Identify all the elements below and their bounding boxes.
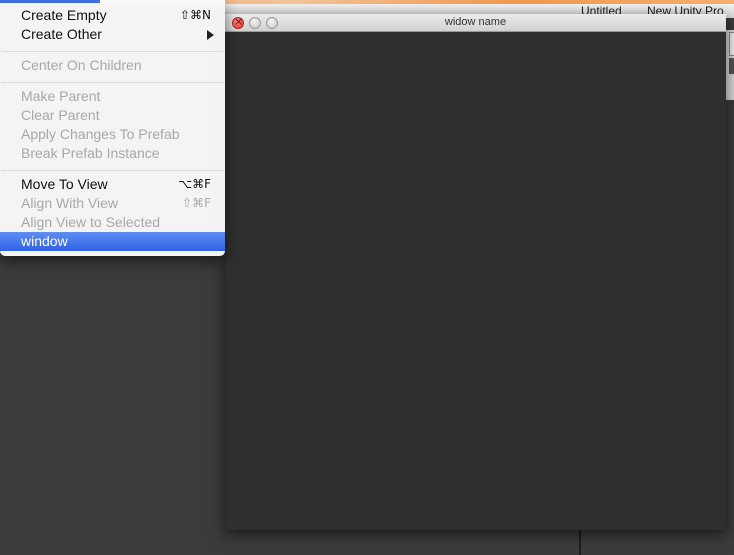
gameobject-menu: Create Empty ⇧⌘N Create Other Center On … — [0, 0, 225, 256]
custom-window[interactable]: widow name — [225, 14, 726, 530]
menu-separator — [1, 82, 224, 83]
menu-title-highlight — [0, 0, 100, 3]
menu-item-break-prefab-instance[interactable]: Break Prefab Instance — [0, 144, 225, 163]
menu-item-create-other[interactable]: Create Other — [0, 25, 225, 44]
shortcut: ⇧⌘F — [182, 196, 211, 210]
side-button[interactable] — [729, 32, 734, 56]
menu-item-align-view-to-selected[interactable]: Align View to Selected — [0, 213, 225, 232]
panel-divider[interactable] — [579, 530, 581, 555]
window-titlebar[interactable]: widow name — [225, 14, 726, 32]
menu-item-create-empty[interactable]: Create Empty ⇧⌘N — [0, 6, 225, 25]
side-button-dark[interactable] — [729, 58, 734, 74]
menu-separator — [1, 170, 224, 171]
window-title: widow name — [444, 16, 507, 28]
shortcut: ⌥⌘F — [178, 177, 211, 191]
submenu-arrow-icon — [207, 30, 214, 40]
menu-item-window[interactable]: window — [0, 232, 225, 251]
menu-item-apply-changes-to-prefab[interactable]: Apply Changes To Prefab — [0, 125, 225, 144]
menu-item-move-to-view[interactable]: Move To View ⌥⌘F — [0, 175, 225, 194]
background-side-controls — [726, 30, 734, 100]
menu-separator — [1, 51, 224, 52]
menu-item-clear-parent[interactable]: Clear Parent — [0, 106, 225, 125]
menu-item-align-with-view[interactable]: Align With View ⇧⌘F — [0, 194, 225, 213]
menu-item-center-on-children[interactable]: Center On Children — [0, 56, 225, 75]
menu-item-make-parent[interactable]: Make Parent — [0, 87, 225, 106]
shortcut: ⇧⌘N — [179, 8, 211, 22]
